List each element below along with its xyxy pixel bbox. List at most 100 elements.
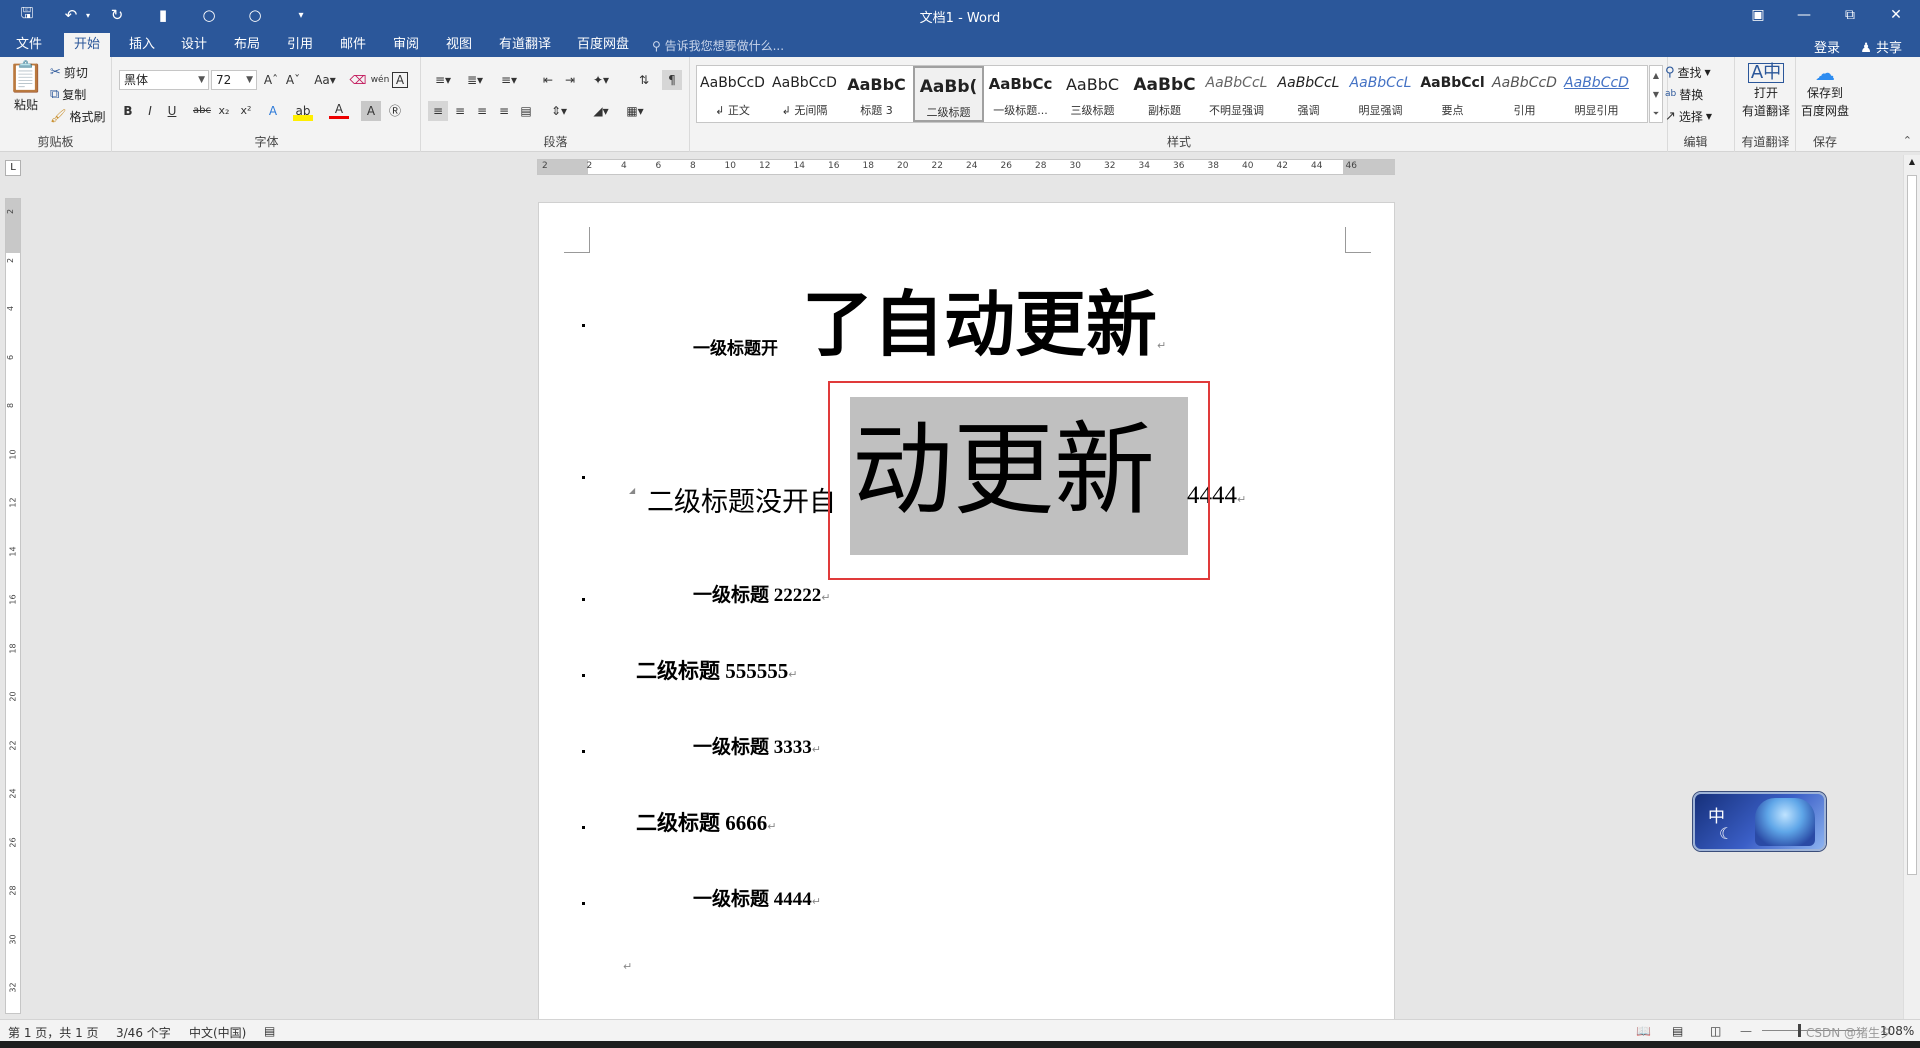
tab-insert[interactable]: 插入 bbox=[119, 33, 165, 57]
shading-icon[interactable]: ◢▾ bbox=[588, 101, 614, 121]
heading-2-555555[interactable]: 二级标题 555555↵ bbox=[636, 655, 797, 685]
zoom-level[interactable]: 108% bbox=[1880, 1024, 1914, 1038]
text-effects-icon[interactable]: A bbox=[263, 101, 283, 121]
grow-font-icon[interactable]: Aˆ bbox=[261, 70, 281, 90]
minimize-button[interactable]: — bbox=[1789, 4, 1819, 26]
copy-button[interactable]: ⧉ 复制 bbox=[50, 86, 86, 103]
language-status[interactable]: 中文(中国) bbox=[189, 1024, 246, 1041]
zoom-out-icon[interactable]: — bbox=[1740, 1024, 1752, 1038]
style-strong[interactable]: AaBbCcl 要点 bbox=[1417, 66, 1488, 122]
word-count[interactable]: 3/46 个字 bbox=[116, 1024, 171, 1041]
highlight-icon[interactable]: ab bbox=[293, 101, 313, 121]
align-right-icon[interactable]: ≡ bbox=[472, 101, 492, 121]
style-intense-quote[interactable]: AaBbCcD 明显引用 bbox=[1561, 66, 1632, 122]
line-spacing-icon[interactable]: ⇕▾ bbox=[546, 101, 572, 121]
page-count[interactable]: 第 1 页，共 1 页 bbox=[8, 1024, 99, 1041]
print-layout-icon[interactable]: ▤ bbox=[1672, 1024, 1683, 1038]
replace-button[interactable]: ab 替换 bbox=[1665, 86, 1703, 103]
style-level1-heading[interactable]: AaBbCc 一级标题... bbox=[985, 66, 1056, 122]
vertical-scrollbar[interactable]: ▲ bbox=[1903, 155, 1920, 1021]
read-mode-icon[interactable]: 📖 bbox=[1636, 1024, 1651, 1038]
tab-layout[interactable]: 布局 bbox=[224, 33, 270, 57]
char-shading-icon[interactable]: A bbox=[361, 101, 381, 121]
font-name-select[interactable]: 黑体 ▼ bbox=[119, 70, 209, 90]
heading-1-large[interactable]: 了自动更新↵ bbox=[802, 283, 1166, 388]
tab-baidu[interactable]: 百度网盘 bbox=[567, 33, 639, 57]
style-level2-heading[interactable]: AaBb(二级标题 bbox=[913, 66, 984, 122]
vertical-ruler[interactable]: 2 2 4 6 8 10 12 14 16 18 20 22 24 26 28 30 32 bbox=[5, 198, 21, 1014]
cut-button[interactable]: ✂ 剪切 bbox=[50, 64, 88, 81]
enclosed-char-icon[interactable]: Ⓡ bbox=[385, 101, 405, 121]
chinese-layout-icon[interactable]: ✦▾ bbox=[588, 70, 614, 90]
distribute-icon[interactable]: ▤ bbox=[516, 101, 536, 121]
justify-icon[interactable]: ≡ bbox=[494, 101, 514, 121]
underline-icon[interactable]: U bbox=[162, 101, 182, 121]
save-to-baidu-button[interactable]: ☁ 保存到 百度网盘 bbox=[1797, 63, 1853, 119]
align-center-icon[interactable]: ≡ bbox=[450, 101, 470, 121]
macro-icon[interactable]: ▤ bbox=[264, 1024, 275, 1038]
tab-home[interactable]: 开始 bbox=[64, 33, 111, 57]
heading-2-prefix[interactable]: 二级标题没开自 bbox=[647, 480, 836, 519]
heading-2-6666[interactable]: 二级标题 6666↵ bbox=[636, 807, 776, 837]
strikethrough-icon[interactable]: abc bbox=[192, 101, 212, 121]
tab-references[interactable]: 引用 bbox=[277, 33, 323, 57]
close-button[interactable]: ✕ bbox=[1881, 4, 1911, 26]
tab-view[interactable]: 视图 bbox=[436, 33, 482, 57]
find-button[interactable]: ⚲ 查找 ▼ bbox=[1665, 64, 1711, 81]
heading-1-22222[interactable]: 一级标题 22222↵ bbox=[693, 580, 830, 607]
style-no-spacing[interactable]: AaBbCcD ↲ 无间隔 bbox=[769, 66, 840, 122]
heading-1-4444[interactable]: 一级标题 4444↵ bbox=[693, 884, 821, 911]
share-button[interactable]: ♟ 共享 bbox=[1860, 37, 1902, 56]
scroll-thumb[interactable] bbox=[1907, 175, 1917, 875]
style-emphasis[interactable]: AaBbCcL 强调 bbox=[1273, 66, 1344, 122]
tab-mailings[interactable]: 邮件 bbox=[330, 33, 376, 57]
collapse-ribbon-icon[interactable]: ⌃ bbox=[1903, 134, 1912, 147]
tab-youdao[interactable]: 有道翻译 bbox=[489, 33, 561, 57]
bullets-icon[interactable]: ≡▾ bbox=[430, 70, 456, 90]
bold-icon[interactable]: B bbox=[118, 101, 138, 121]
italic-icon[interactable]: I bbox=[140, 101, 160, 121]
subscript-icon[interactable]: x₂ bbox=[214, 101, 234, 121]
style-subtle-emphasis[interactable]: AaBbCcL 不明显强调 bbox=[1201, 66, 1272, 122]
paste-button[interactable]: 📋 粘贴 bbox=[7, 63, 44, 113]
collapse-triangle-icon[interactable]: ◢ bbox=[629, 486, 635, 495]
horizontal-ruler[interactable]: 2 2 4 6 8 10 12 14 16 18 20 22 24 26 28 30 32 34 36 38 40 42 4… bbox=[537, 159, 1395, 175]
style-heading-3[interactable]: AaBbC 标题 3 bbox=[841, 66, 912, 122]
show-marks-icon[interactable]: ¶ bbox=[662, 70, 682, 90]
numbering-icon[interactable]: ≣▾ bbox=[462, 70, 488, 90]
tab-file[interactable]: 文件 bbox=[6, 33, 52, 57]
char-border-icon[interactable]: A bbox=[392, 72, 408, 88]
restore-button[interactable]: ⧉ bbox=[1835, 4, 1865, 26]
borders-icon[interactable]: ▦▾ bbox=[622, 101, 648, 121]
decrease-indent-icon[interactable]: ⇤ bbox=[538, 70, 558, 90]
sort-icon[interactable]: ⇅ bbox=[634, 70, 654, 90]
change-case-icon[interactable]: Aa▾ bbox=[311, 70, 339, 90]
style-normal[interactable]: AaBbCcD ↲ 正文 bbox=[697, 66, 768, 122]
style-intense-emphasis[interactable]: AaBbCcL 明显强调 bbox=[1345, 66, 1416, 122]
font-color-icon[interactable]: A bbox=[329, 101, 349, 119]
select-button[interactable]: ↗ 选择 ▼ bbox=[1665, 108, 1712, 125]
web-layout-icon[interactable]: ◫ bbox=[1710, 1024, 1721, 1038]
tab-review[interactable]: 审阅 bbox=[383, 33, 429, 57]
ime-toolbar[interactable]: 中 ☾ bbox=[1693, 792, 1826, 851]
style-subtitle[interactable]: AaBbC 副标题 bbox=[1129, 66, 1200, 122]
style-level3-heading[interactable]: AaBbC 三级标题 bbox=[1057, 66, 1128, 122]
zoom-thumb[interactable] bbox=[1798, 1024, 1801, 1037]
align-left-icon[interactable]: ≡ bbox=[428, 101, 448, 121]
phonetic-guide-icon[interactable]: wén bbox=[370, 70, 390, 90]
multilevel-list-icon[interactable]: ≡▾ bbox=[496, 70, 522, 90]
heading-1-3333[interactable]: 一级标题 3333↵ bbox=[693, 732, 821, 759]
shrink-font-icon[interactable]: Aˇ bbox=[283, 70, 303, 90]
tab-design[interactable]: 设计 bbox=[171, 33, 217, 57]
superscript-icon[interactable]: x² bbox=[236, 101, 256, 121]
heading-1-small[interactable]: 一级标题开 bbox=[693, 334, 778, 359]
format-painter-button[interactable]: 🖌 格式刷 bbox=[50, 108, 106, 125]
scroll-up-icon[interactable]: ▲ bbox=[1904, 157, 1920, 166]
ribbon-display-icon[interactable]: ▣ bbox=[1743, 4, 1773, 26]
tell-me-box[interactable]: ⚲ 告诉我您想要做什么... bbox=[652, 37, 784, 54]
style-quote[interactable]: AaBbCcD 引用 bbox=[1489, 66, 1560, 122]
font-size-select[interactable]: 72 ▼ bbox=[211, 70, 257, 90]
tab-selector[interactable]: L bbox=[5, 160, 21, 176]
clear-format-icon[interactable]: ⌫ bbox=[348, 70, 368, 90]
open-youdao-button[interactable]: A中 打开 有道翻译 bbox=[1738, 63, 1794, 119]
